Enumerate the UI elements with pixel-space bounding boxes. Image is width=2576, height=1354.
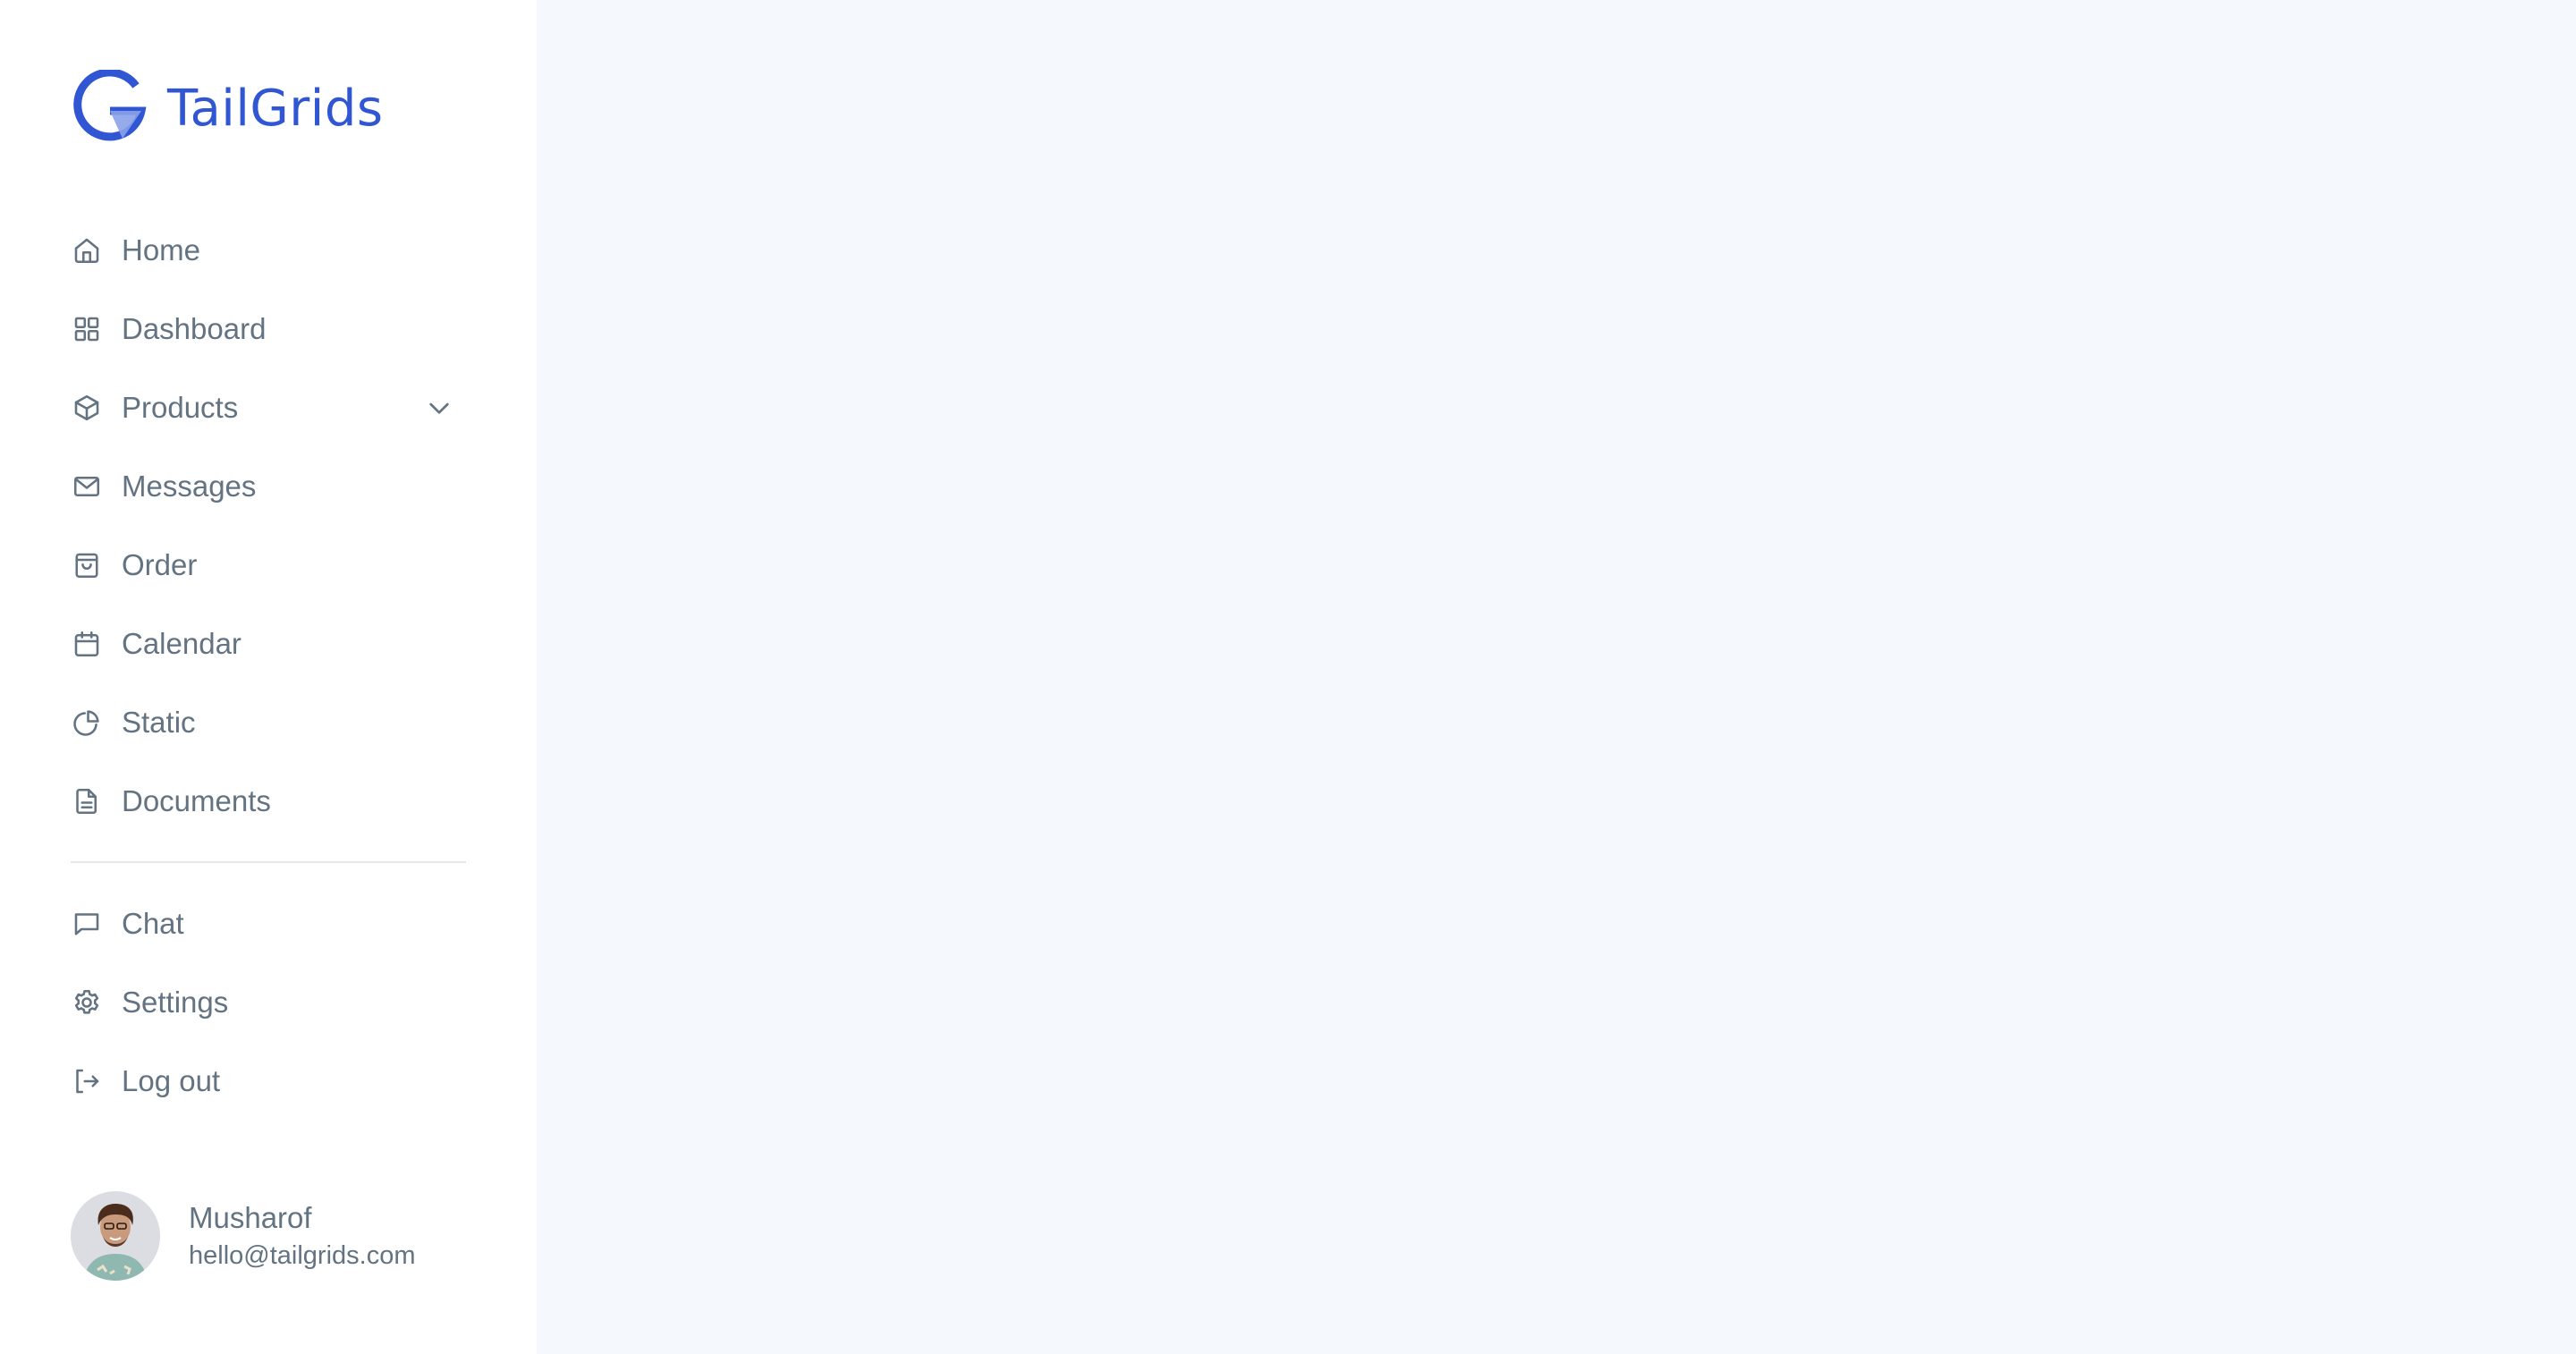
sidebar-item-label: Order [122, 548, 198, 581]
box-icon [71, 392, 103, 424]
home-icon [71, 234, 103, 267]
sidebar-item-calendar[interactable]: Calendar [71, 605, 466, 683]
user-profile[interactable]: Musharof hello@tailgrids.com [71, 1191, 415, 1281]
primary-nav: Home Dashboard Products Messages Order C… [71, 211, 466, 841]
sidebar-item-chat[interactable]: Chat [71, 884, 466, 963]
tailgrids-g-logo-icon [73, 70, 147, 141]
sidebar-item-order[interactable]: Order [71, 526, 466, 605]
sidebar-item-label: Home [122, 233, 201, 267]
document-icon [71, 785, 103, 817]
sidebar-item-messages[interactable]: Messages [71, 447, 466, 526]
sidebar-item-logout[interactable]: Log out [71, 1042, 466, 1121]
sidebar: TailGrids Home Dashboard Products Messag… [0, 0, 538, 1354]
sidebar-item-dashboard[interactable]: Dashboard [71, 290, 466, 368]
sidebar-item-home[interactable]: Home [71, 211, 466, 290]
sidebar-item-label: Documents [122, 784, 271, 817]
sidebar-item-label: Static [122, 706, 196, 739]
user-name: Musharof [189, 1201, 312, 1234]
mail-icon [71, 470, 103, 503]
avatar [71, 1191, 160, 1281]
sidebar-item-settings[interactable]: Settings [71, 963, 466, 1042]
grid-icon [71, 313, 103, 345]
sidebar-item-label: Log out [122, 1064, 221, 1097]
brand-logo[interactable]: TailGrids [71, 70, 384, 147]
logout-icon [71, 1065, 103, 1097]
user-info: Musharof hello@tailgrids.com [189, 1198, 415, 1274]
main-content-area [537, 0, 2576, 1354]
brand-name: TailGrids [167, 79, 384, 138]
sidebar-divider [71, 861, 466, 863]
gear-icon [71, 986, 103, 1019]
sidebar-item-static[interactable]: Static [71, 683, 466, 762]
chevron-down-icon[interactable] [425, 394, 453, 422]
user-email: hello@tailgrids.com [189, 1241, 416, 1270]
sidebar-item-label: Settings [122, 986, 229, 1019]
sidebar-item-products[interactable]: Products [71, 368, 466, 447]
sidebar-item-label: Chat [122, 907, 184, 940]
sidebar-item-documents[interactable]: Documents [71, 762, 466, 841]
calendar-icon [71, 628, 103, 660]
sidebar-item-label: Calendar [122, 627, 242, 660]
shopping-bag-icon [71, 549, 103, 581]
chat-icon [71, 908, 103, 940]
sidebar-item-label: Dashboard [122, 312, 267, 345]
secondary-nav: Chat Settings Log out [71, 884, 466, 1121]
sidebar-item-label: Products [122, 391, 239, 424]
pie-chart-icon [71, 707, 103, 739]
sidebar-item-label: Messages [122, 470, 257, 503]
